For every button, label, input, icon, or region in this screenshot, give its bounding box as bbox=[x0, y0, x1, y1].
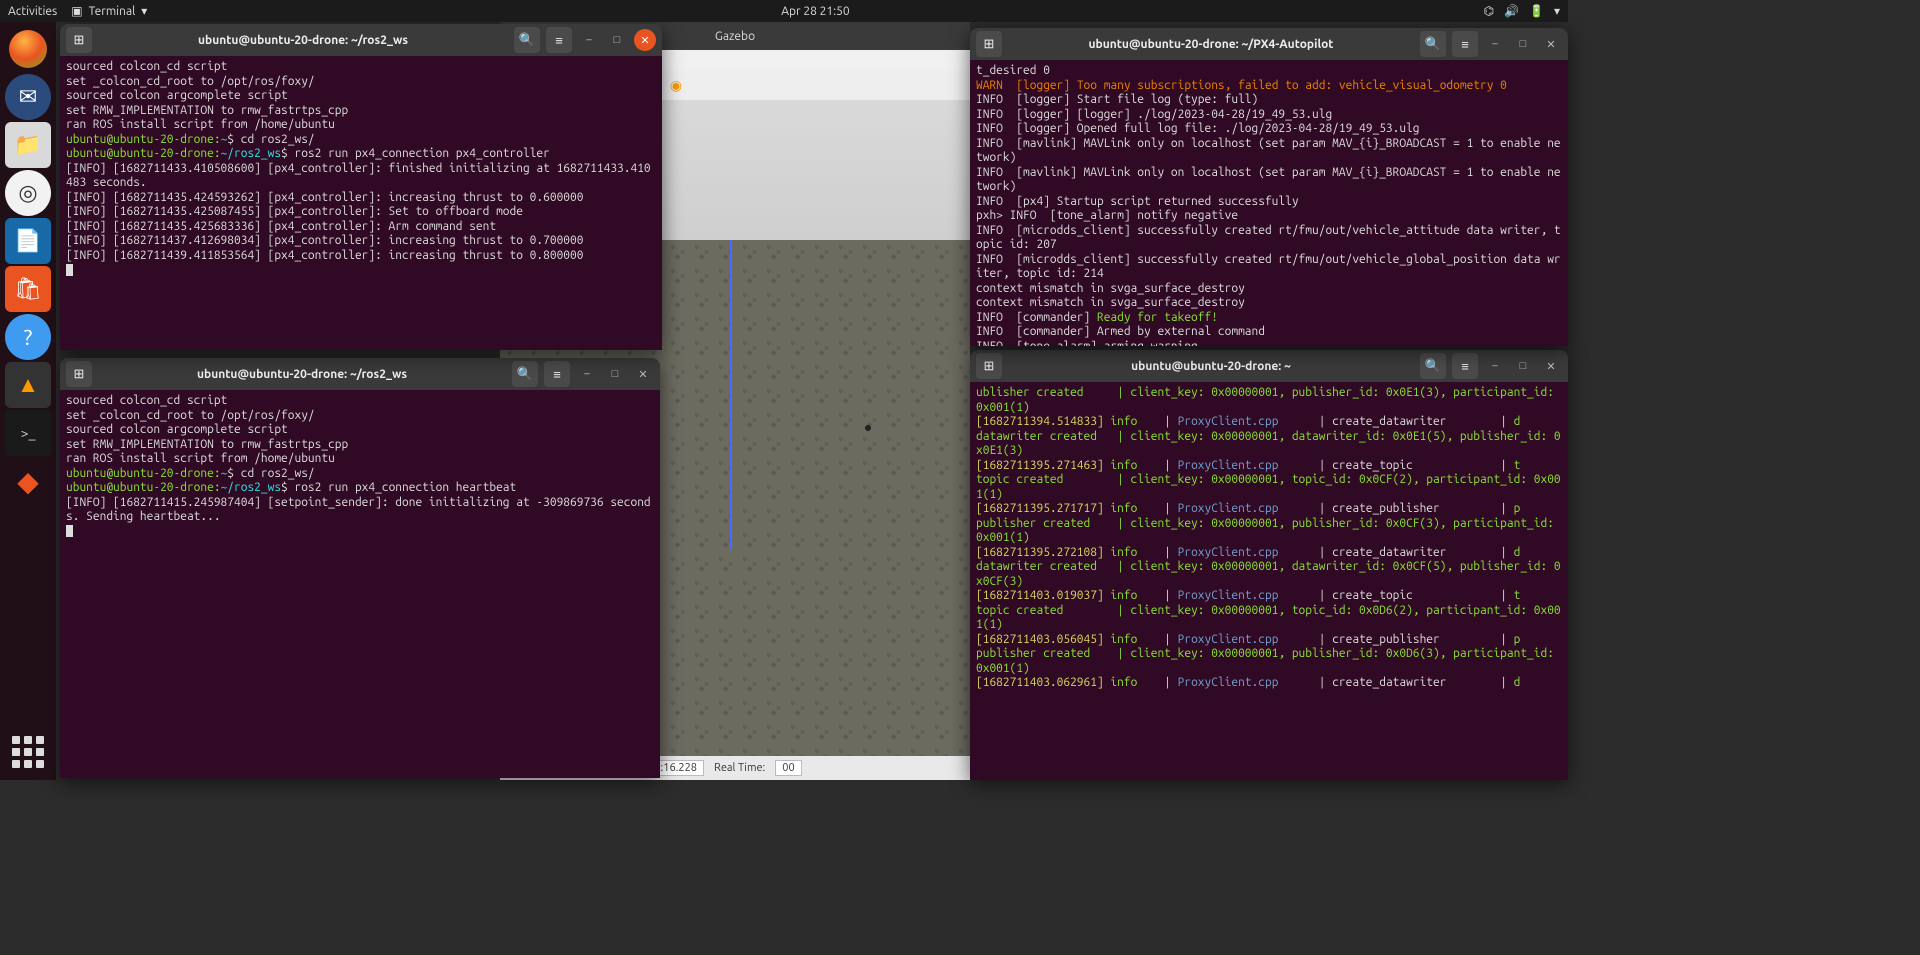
maximize-button[interactable]: □ bbox=[606, 29, 628, 51]
dock-terminal[interactable]: >_ bbox=[5, 410, 51, 456]
real-time-label: Real Time: bbox=[714, 762, 765, 774]
terminal-output[interactable]: t_desired 0 WARN [logger] Too many subsc… bbox=[970, 60, 1568, 346]
hamburger-icon[interactable]: ≡ bbox=[1452, 353, 1478, 379]
cursor bbox=[66, 264, 73, 276]
drone-model[interactable] bbox=[853, 421, 883, 435]
chevron-down-icon: ▾ bbox=[141, 4, 147, 18]
chevron-down-icon[interactable]: ▾ bbox=[1554, 4, 1560, 18]
new-tab-button[interactable]: ⊞ bbox=[976, 353, 1002, 379]
terminal-icon: ▣ bbox=[71, 4, 82, 18]
titlebar[interactable]: ⊞ ubuntu@ubuntu-20-drone: ~/PX4-Autopilo… bbox=[970, 28, 1568, 60]
close-button[interactable]: ✕ bbox=[634, 29, 656, 51]
terminal-b[interactable]: ⊞ ubuntu@ubuntu-20-drone: ~/ros2_ws 🔍 ≡ … bbox=[60, 358, 660, 778]
terminal-c[interactable]: ⊞ ubuntu@ubuntu-20-drone: ~/PX4-Autopilo… bbox=[970, 28, 1568, 346]
window-title: ubuntu@ubuntu-20-drone: ~ bbox=[1008, 360, 1414, 373]
close-button[interactable]: ✕ bbox=[1540, 33, 1562, 55]
terminal-output[interactable]: sourced colcon_cd script set _colcon_cd_… bbox=[60, 390, 660, 778]
close-button[interactable]: ✕ bbox=[632, 363, 654, 385]
dock-app-b[interactable]: ◆ bbox=[5, 458, 51, 504]
new-tab-button[interactable]: ⊞ bbox=[66, 361, 92, 387]
real-time-val: 00 bbox=[775, 760, 801, 776]
hamburger-icon[interactable]: ≡ bbox=[544, 361, 570, 387]
titlebar[interactable]: ⊞ ubuntu@ubuntu-20-drone: ~/ros2_ws 🔍 ≡ … bbox=[60, 24, 662, 56]
dock-software[interactable]: 🛍 bbox=[5, 266, 51, 312]
minimize-button[interactable]: – bbox=[1484, 33, 1506, 55]
light-icon[interactable]: ◉ bbox=[666, 75, 686, 95]
hamburger-icon[interactable]: ≡ bbox=[1452, 31, 1478, 57]
search-icon[interactable]: 🔍 bbox=[514, 27, 540, 53]
terminal-output[interactable]: sourced colcon_cd script set _colcon_cd_… bbox=[60, 56, 662, 350]
search-icon[interactable]: 🔍 bbox=[1420, 353, 1446, 379]
cursor bbox=[66, 525, 73, 537]
topbar: Activities ▣ Terminal ▾ Apr 28 21:50 ⌬ 🔊… bbox=[0, 0, 1568, 22]
dock-writer[interactable]: 📄 bbox=[5, 218, 51, 264]
titlebar[interactable]: ⊞ ubuntu@ubuntu-20-drone: ~/ros2_ws 🔍 ≡ … bbox=[60, 358, 660, 390]
dock-show-apps[interactable] bbox=[8, 732, 48, 772]
maximize-button[interactable]: □ bbox=[1512, 33, 1534, 55]
window-title: ubuntu@ubuntu-20-drone: ~/ros2_ws bbox=[98, 368, 506, 381]
dock-thunderbird[interactable]: ✉ bbox=[5, 74, 51, 120]
search-icon[interactable]: 🔍 bbox=[512, 361, 538, 387]
dock-rhythmbox[interactable]: ◎ bbox=[5, 170, 51, 216]
new-tab-button[interactable]: ⊞ bbox=[66, 27, 92, 53]
activities-button[interactable]: Activities bbox=[8, 5, 57, 18]
titlebar[interactable]: ⊞ ubuntu@ubuntu-20-drone: ~ 🔍 ≡ – □ ✕ bbox=[970, 350, 1568, 382]
volume-icon[interactable]: 🔊 bbox=[1504, 4, 1519, 18]
minimize-button[interactable]: – bbox=[576, 363, 598, 385]
maximize-button[interactable]: □ bbox=[1512, 355, 1534, 377]
terminal-output[interactable]: ublisher created | client_key: 0x0000000… bbox=[970, 382, 1568, 780]
minimize-button[interactable]: – bbox=[578, 29, 600, 51]
terminal-d[interactable]: ⊞ ubuntu@ubuntu-20-drone: ~ 🔍 ≡ – □ ✕ ub… bbox=[970, 350, 1568, 780]
minimize-button[interactable]: – bbox=[1484, 355, 1506, 377]
active-app[interactable]: ▣ Terminal ▾ bbox=[71, 4, 147, 18]
battery-icon[interactable]: 🔋 bbox=[1529, 4, 1544, 18]
axis-z bbox=[730, 240, 732, 550]
dock-app-a[interactable]: ▲ bbox=[5, 362, 51, 408]
dock-help[interactable]: ? bbox=[5, 314, 51, 360]
dock: ✉ 📁 ◎ 📄 🛍 ? ▲ >_ ◆ bbox=[0, 22, 56, 780]
search-icon[interactable]: 🔍 bbox=[1420, 31, 1446, 57]
new-tab-button[interactable]: ⊞ bbox=[976, 31, 1002, 57]
dock-firefox[interactable] bbox=[5, 26, 51, 72]
dock-files[interactable]: 📁 bbox=[5, 122, 51, 168]
terminal-a[interactable]: ⊞ ubuntu@ubuntu-20-drone: ~/ros2_ws 🔍 ≡ … bbox=[60, 24, 662, 350]
window-title: ubuntu@ubuntu-20-drone: ~/ros2_ws bbox=[98, 34, 508, 47]
close-button[interactable]: ✕ bbox=[1540, 355, 1562, 377]
window-title: ubuntu@ubuntu-20-drone: ~/PX4-Autopilot bbox=[1008, 38, 1414, 51]
maximize-button[interactable]: □ bbox=[604, 363, 626, 385]
hamburger-icon[interactable]: ≡ bbox=[546, 27, 572, 53]
network-icon[interactable]: ⌬ bbox=[1484, 4, 1494, 18]
clock[interactable]: Apr 28 21:50 bbox=[781, 5, 849, 18]
